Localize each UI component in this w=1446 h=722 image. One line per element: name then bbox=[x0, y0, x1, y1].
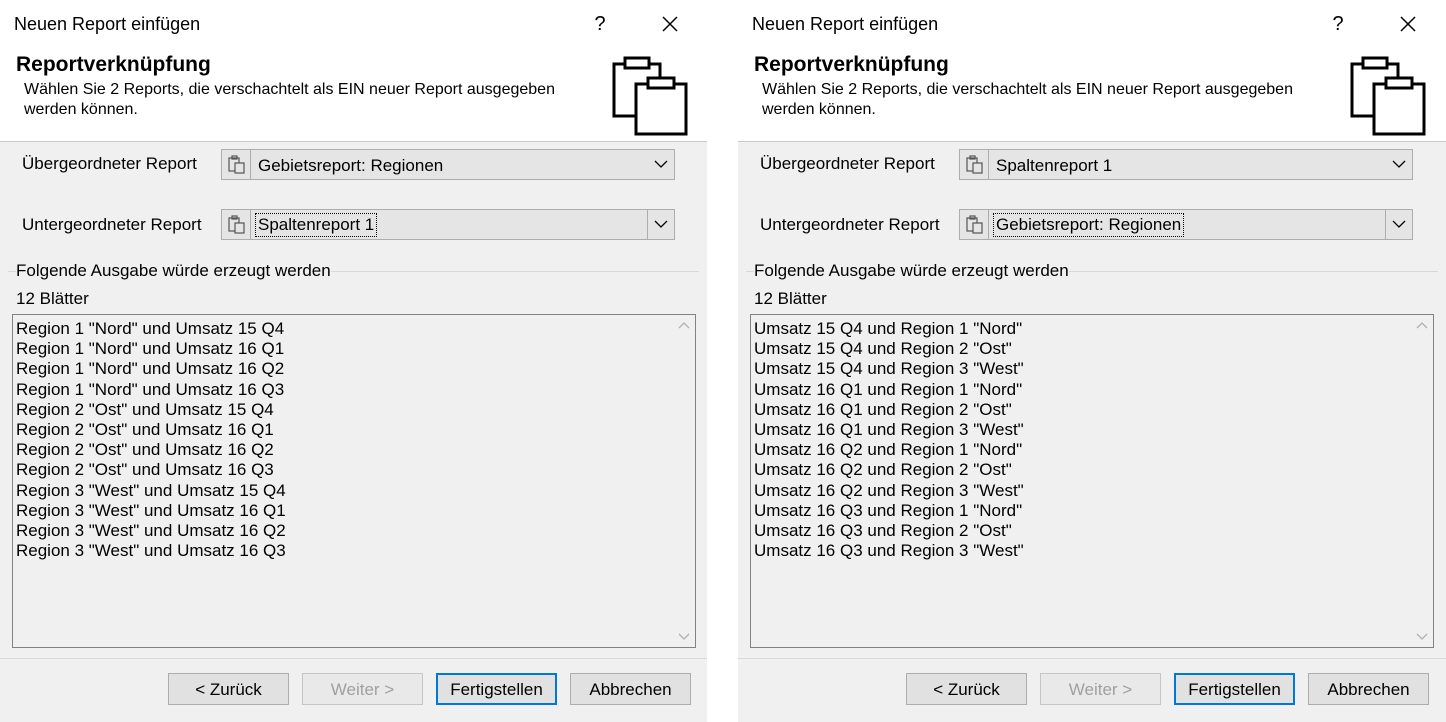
report-icon bbox=[222, 150, 251, 179]
list-item[interactable]: Umsatz 16 Q1 und Region 2 "Ost" bbox=[754, 400, 1024, 420]
list-item[interactable]: Region 3 "West" und Umsatz 15 Q4 bbox=[16, 481, 286, 501]
window-title: Neuen Report einfügen bbox=[752, 14, 939, 34]
title-bar: Neuen Report einfügen ? bbox=[738, 0, 1446, 48]
list-item[interactable]: Region 3 "West" und Umsatz 16 Q2 bbox=[16, 521, 286, 541]
report-icon bbox=[960, 150, 989, 179]
cancel-button[interactable]: Abbrechen bbox=[1308, 673, 1429, 705]
header-description: Wählen Sie 2 Reports, die verschachtelt … bbox=[762, 81, 1293, 118]
clipboards-icon bbox=[1350, 56, 1426, 136]
clipboards-icon bbox=[612, 56, 688, 136]
insert-report-dialog-right: Neuen Report einfügen ? Reportverknüpfun… bbox=[738, 0, 1446, 722]
output-group-label: Folgende Ausgabe würde erzeugt werden bbox=[754, 261, 1069, 281]
vertical-scrollbar[interactable] bbox=[1411, 315, 1433, 647]
title-bar: Neuen Report einfügen ? bbox=[0, 0, 707, 48]
list-item[interactable]: Region 3 "West" und Umsatz 16 Q3 bbox=[16, 541, 286, 561]
parent-report-label: Übergeordneter Report bbox=[760, 154, 935, 173]
list-item[interactable]: Region 1 "Nord" und Umsatz 16 Q2 bbox=[16, 359, 286, 379]
close-button[interactable] bbox=[655, 10, 685, 38]
parent-report-combobox[interactable]: Spaltenreport 1 bbox=[959, 149, 1413, 180]
child-report-label: Untergeordneter Report bbox=[760, 215, 940, 234]
help-button[interactable]: ? bbox=[1323, 10, 1353, 38]
list-item[interactable]: Region 1 "Nord" und Umsatz 16 Q3 bbox=[16, 380, 286, 400]
sheet-count: 12 Blätter bbox=[754, 289, 827, 308]
next-button[interactable]: Weiter > bbox=[302, 673, 423, 705]
list-item[interactable]: Umsatz 16 Q3 und Region 2 "Ost" bbox=[754, 521, 1024, 541]
report-icon bbox=[960, 210, 989, 239]
sheet-count: 12 Blätter bbox=[16, 289, 89, 308]
header-title: Reportverknüpfung bbox=[754, 53, 949, 76]
vertical-scrollbar[interactable] bbox=[673, 315, 695, 647]
output-group-label: Folgende Ausgabe würde erzeugt werden bbox=[16, 261, 331, 281]
list-item[interactable]: Umsatz 16 Q2 und Region 2 "Ost" bbox=[754, 460, 1024, 480]
button-bar: < Zurück Weiter > Fertigstellen Abbreche… bbox=[738, 658, 1446, 722]
output-listbox[interactable]: Umsatz 15 Q4 und Region 1 "Nord" Umsatz … bbox=[750, 314, 1434, 648]
list-item[interactable]: Region 2 "Ost" und Umsatz 16 Q2 bbox=[16, 440, 286, 460]
list-item[interactable]: Umsatz 16 Q2 und Region 3 "West" bbox=[754, 481, 1024, 501]
close-icon bbox=[662, 16, 678, 32]
parent-report-value: Spaltenreport 1 bbox=[996, 156, 1113, 175]
close-button[interactable] bbox=[1393, 10, 1423, 38]
output-listbox[interactable]: Region 1 "Nord" und Umsatz 15 Q4 Region … bbox=[12, 314, 696, 648]
parent-report-label: Übergeordneter Report bbox=[22, 154, 197, 173]
wizard-body: Übergeordneter Report Spaltenreport 1 Un… bbox=[738, 142, 1446, 658]
list-item[interactable]: Region 2 "Ost" und Umsatz 16 Q1 bbox=[16, 420, 286, 440]
help-button[interactable]: ? bbox=[585, 10, 615, 38]
list-item[interactable]: Umsatz 16 Q1 und Region 1 "Nord" bbox=[754, 380, 1024, 400]
finish-button[interactable]: Fertigstellen bbox=[436, 673, 557, 705]
parent-report-value: Gebietsreport: Regionen bbox=[258, 156, 444, 175]
parent-report-combobox[interactable]: Gebietsreport: Regionen bbox=[221, 149, 675, 180]
scroll-up-icon[interactable] bbox=[1411, 315, 1433, 337]
cancel-button[interactable]: Abbrechen bbox=[570, 673, 691, 705]
list-item[interactable]: Region 2 "Ost" und Umsatz 16 Q3 bbox=[16, 460, 286, 480]
window-title: Neuen Report einfügen bbox=[14, 14, 201, 34]
chevron-down-icon[interactable] bbox=[648, 150, 674, 179]
report-icon bbox=[222, 210, 251, 239]
output-list: Umsatz 15 Q4 und Region 1 "Nord" Umsatz … bbox=[754, 319, 1024, 561]
list-item[interactable]: Umsatz 16 Q2 und Region 1 "Nord" bbox=[754, 440, 1024, 460]
wizard-header: Reportverknüpfung Wählen Sie 2 Reports, … bbox=[0, 48, 707, 142]
list-item[interactable]: Umsatz 15 Q4 und Region 1 "Nord" bbox=[754, 319, 1024, 339]
list-item[interactable]: Umsatz 16 Q1 und Region 3 "West" bbox=[754, 420, 1024, 440]
scroll-up-icon[interactable] bbox=[673, 315, 695, 337]
wizard-body: Übergeordneter Report Gebietsreport: Reg… bbox=[0, 142, 707, 658]
list-item[interactable]: Region 1 "Nord" und Umsatz 16 Q1 bbox=[16, 339, 286, 359]
list-item[interactable]: Region 2 "Ost" und Umsatz 15 Q4 bbox=[16, 400, 286, 420]
child-report-value: Spaltenreport 1 bbox=[254, 213, 378, 237]
insert-report-dialog-left: Neuen Report einfügen ? Reportverknüpfun… bbox=[0, 0, 707, 722]
scroll-down-icon[interactable] bbox=[673, 625, 695, 647]
chevron-down-icon[interactable] bbox=[647, 210, 674, 239]
list-item[interactable]: Region 1 "Nord" und Umsatz 15 Q4 bbox=[16, 319, 286, 339]
list-item[interactable]: Umsatz 15 Q4 und Region 2 "Ost" bbox=[754, 339, 1024, 359]
child-report-combobox[interactable]: Spaltenreport 1 bbox=[221, 209, 675, 240]
list-item[interactable]: Umsatz 16 Q3 und Region 1 "Nord" bbox=[754, 501, 1024, 521]
child-report-combobox[interactable]: Gebietsreport: Regionen bbox=[959, 209, 1413, 240]
back-button[interactable]: < Zurück bbox=[168, 673, 289, 705]
header-title: Reportverknüpfung bbox=[16, 53, 211, 76]
list-item[interactable]: Region 3 "West" und Umsatz 16 Q1 bbox=[16, 501, 286, 521]
finish-button[interactable]: Fertigstellen bbox=[1174, 673, 1295, 705]
child-report-value: Gebietsreport: Regionen bbox=[992, 213, 1185, 237]
list-item[interactable]: Umsatz 15 Q4 und Region 3 "West" bbox=[754, 359, 1024, 379]
child-report-label: Untergeordneter Report bbox=[22, 215, 202, 234]
wizard-header: Reportverknüpfung Wählen Sie 2 Reports, … bbox=[738, 48, 1446, 142]
button-bar: < Zurück Weiter > Fertigstellen Abbreche… bbox=[0, 658, 707, 722]
chevron-down-icon[interactable] bbox=[1386, 150, 1412, 179]
chevron-down-icon[interactable] bbox=[1385, 210, 1412, 239]
header-description: Wählen Sie 2 Reports, die verschachtelt … bbox=[24, 81, 555, 118]
list-item[interactable]: Umsatz 16 Q3 und Region 3 "West" bbox=[754, 541, 1024, 561]
back-button[interactable]: < Zurück bbox=[906, 673, 1027, 705]
next-button[interactable]: Weiter > bbox=[1040, 673, 1161, 705]
close-icon bbox=[1400, 16, 1416, 32]
scroll-down-icon[interactable] bbox=[1411, 625, 1433, 647]
output-list: Region 1 "Nord" und Umsatz 15 Q4 Region … bbox=[16, 319, 286, 561]
